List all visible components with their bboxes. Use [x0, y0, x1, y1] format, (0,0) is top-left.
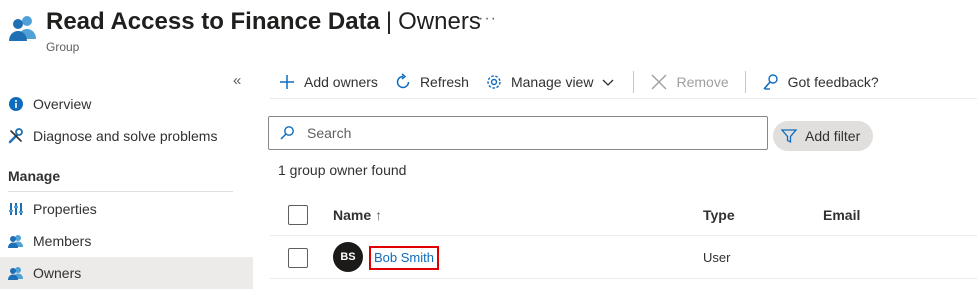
sidebar-item-label: Owners: [33, 265, 82, 281]
sidebar-item-owners[interactable]: Owners: [0, 257, 253, 289]
refresh-label: Refresh: [419, 74, 469, 90]
group-name: Read Access to Finance Data: [46, 8, 380, 35]
refresh-icon: [394, 73, 412, 91]
column-header-type: Type: [703, 207, 735, 223]
sidebar-item-diagnose[interactable]: Diagnose and solve problems: [0, 120, 253, 152]
refresh-button[interactable]: Refresh: [386, 66, 477, 98]
filter-icon: [781, 128, 797, 144]
toolbar-divider-line: [270, 98, 977, 99]
avatar: BS: [333, 242, 363, 272]
info-icon: [8, 96, 24, 112]
page-header: Read Access to Finance Data | Owners ···…: [0, 0, 977, 62]
column-header-name-label: Name: [333, 207, 372, 223]
sidebar-item-overview[interactable]: Overview: [0, 88, 253, 120]
manage-heading: Manage: [8, 168, 61, 184]
sidebar-item-label: Overview: [33, 96, 92, 112]
gear-icon: [485, 73, 503, 91]
feedback-label: Got feedback?: [787, 74, 879, 90]
wrench-icon: [8, 128, 24, 144]
owner-name-link[interactable]: Bob Smith: [369, 246, 439, 270]
owner-type: User: [703, 250, 731, 265]
row-checkbox[interactable]: [288, 248, 308, 268]
nav-divider: [8, 191, 233, 192]
column-header-email: Email: [823, 207, 861, 223]
close-icon: [650, 73, 668, 91]
manage-view-button[interactable]: Manage view: [477, 66, 626, 98]
sort-ascending-icon: ↑: [375, 207, 383, 223]
toolbar-divider: [744, 71, 746, 93]
add-owners-button[interactable]: Add owners: [270, 66, 386, 98]
sidebar-item-label: Diagnose and solve problems: [33, 128, 218, 144]
add-owners-label: Add owners: [304, 74, 378, 90]
feedback-icon: [762, 73, 780, 91]
search-box[interactable]: [268, 116, 768, 150]
add-filter-button[interactable]: Add filter: [773, 121, 873, 151]
table-header: Name ↑ Type Email: [270, 196, 977, 236]
sidebar: « Overview Diagnose and solve problems M…: [0, 70, 253, 298]
command-bar: Add owners Refresh Manage view Remove Go…: [270, 66, 977, 98]
sidebar-item-properties[interactable]: Properties: [0, 193, 253, 225]
search-input[interactable]: [307, 125, 747, 141]
feedback-button[interactable]: Got feedback?: [754, 66, 887, 98]
table-row: BS Bob Smith User: [270, 236, 977, 279]
sidebar-item-members[interactable]: Members: [0, 225, 253, 257]
page-title: Read Access to Finance Data | Owners: [46, 8, 481, 36]
group-icon: [8, 12, 38, 42]
title-separator: |: [385, 8, 393, 35]
toolbar-divider: [633, 71, 635, 93]
manage-view-label: Manage view: [510, 74, 594, 90]
members-icon: [8, 233, 24, 249]
page-subtitle: Group: [46, 40, 80, 54]
section-name: Owners: [398, 8, 481, 35]
select-all-checkbox[interactable]: [288, 205, 308, 225]
chevron-down-icon: [599, 73, 617, 91]
sidebar-item-label: Members: [33, 233, 92, 249]
more-options-icon[interactable]: ···: [478, 10, 497, 28]
collapse-sidebar-icon[interactable]: «: [233, 72, 241, 89]
owners-table: Name ↑ Type Email BS Bob Smith User: [270, 196, 977, 279]
remove-label: Remove: [676, 74, 729, 90]
owners-icon: [8, 265, 24, 281]
search-icon: [279, 125, 295, 141]
column-header-name[interactable]: Name ↑: [333, 207, 382, 223]
result-count: 1 group owner found: [278, 162, 407, 178]
remove-button[interactable]: Remove: [642, 66, 736, 98]
plus-icon: [278, 73, 296, 91]
properties-icon: [8, 201, 24, 217]
add-filter-label: Add filter: [805, 128, 861, 144]
sidebar-item-label: Properties: [33, 201, 97, 217]
